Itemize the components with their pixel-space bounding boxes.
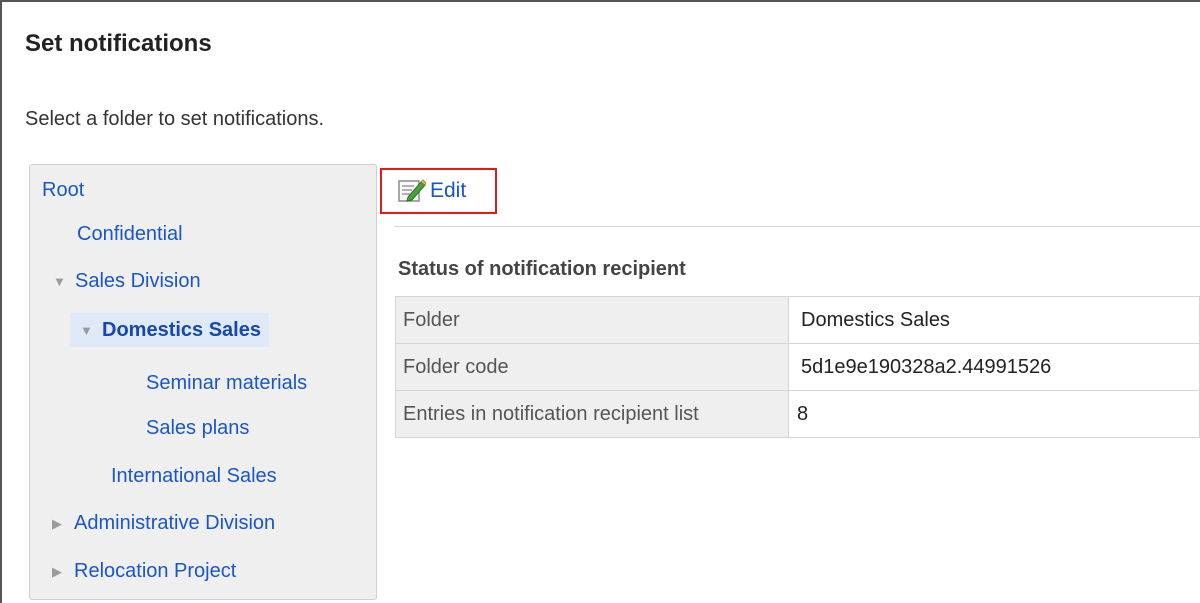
row-label: Folder code <box>395 343 789 391</box>
collapse-caret-icon[interactable]: ▼ <box>80 314 102 348</box>
row-value: 8 <box>788 390 1200 438</box>
tree-item-label: Sales Division <box>75 270 201 292</box>
instruction-text: Select a folder to set notifications. <box>25 108 325 130</box>
table-row: Folder Domestics Sales <box>395 296 1200 344</box>
tree-item-international-sales[interactable]: International Sales <box>111 459 277 493</box>
row-label: Folder <box>395 296 789 344</box>
tree-item-sales-plans[interactable]: Sales plans <box>146 411 249 445</box>
row-value: Domestics Sales <box>788 296 1200 344</box>
tree-item-label: Administrative Division <box>74 512 276 534</box>
status-table: Folder Domestics Sales Folder code 5d1e9… <box>395 296 1200 438</box>
tree-item-label: Seminar materials <box>146 372 308 394</box>
tree-item-label: Sales plans <box>146 417 250 439</box>
tree-item-label: Confidential <box>77 223 183 245</box>
expand-caret-icon[interactable]: ▶ <box>52 555 74 589</box>
edit-label: Edit <box>430 179 467 202</box>
row-value: 5d1e9e190328a2.44991526 <box>788 343 1200 391</box>
row-label: Entries in notification recipient list <box>395 390 789 438</box>
collapse-caret-icon[interactable]: ▼ <box>53 265 75 299</box>
tree-item-label: Root <box>42 179 85 201</box>
tree-item-seminar-materials[interactable]: Seminar materials <box>146 366 307 400</box>
tree-item-confidential[interactable]: Confidential <box>77 217 183 251</box>
table-row: Entries in notification recipient list 8 <box>395 390 1200 438</box>
tree-item-domestics-sales[interactable]: ▼ Domestics Sales <box>70 313 269 347</box>
tree-item-sales-division[interactable]: ▼ Sales Division <box>53 264 201 298</box>
tree-item-administrative-division[interactable]: ▶ Administrative Division <box>52 506 275 540</box>
page-title: Set notifications <box>25 30 212 57</box>
tree-item-label: Domestics Sales <box>102 319 261 341</box>
folder-tree: Root Confidential ▼ Sales Division ▼ Domes… <box>29 164 377 600</box>
edit-button[interactable]: Edit <box>380 168 497 214</box>
divider <box>394 226 1200 227</box>
tree-item-label: Relocation Project <box>74 560 237 582</box>
tree-item-label: International Sales <box>111 465 277 487</box>
edit-icon <box>398 179 427 202</box>
tree-item-relocation-project[interactable]: ▶ Relocation Project <box>52 554 236 588</box>
section-title: Status of notification recipient <box>398 258 686 280</box>
expand-caret-icon[interactable]: ▶ <box>52 507 74 541</box>
tree-item-root[interactable]: Root <box>42 173 84 207</box>
table-row: Folder code 5d1e9e190328a2.44991526 <box>395 343 1200 391</box>
